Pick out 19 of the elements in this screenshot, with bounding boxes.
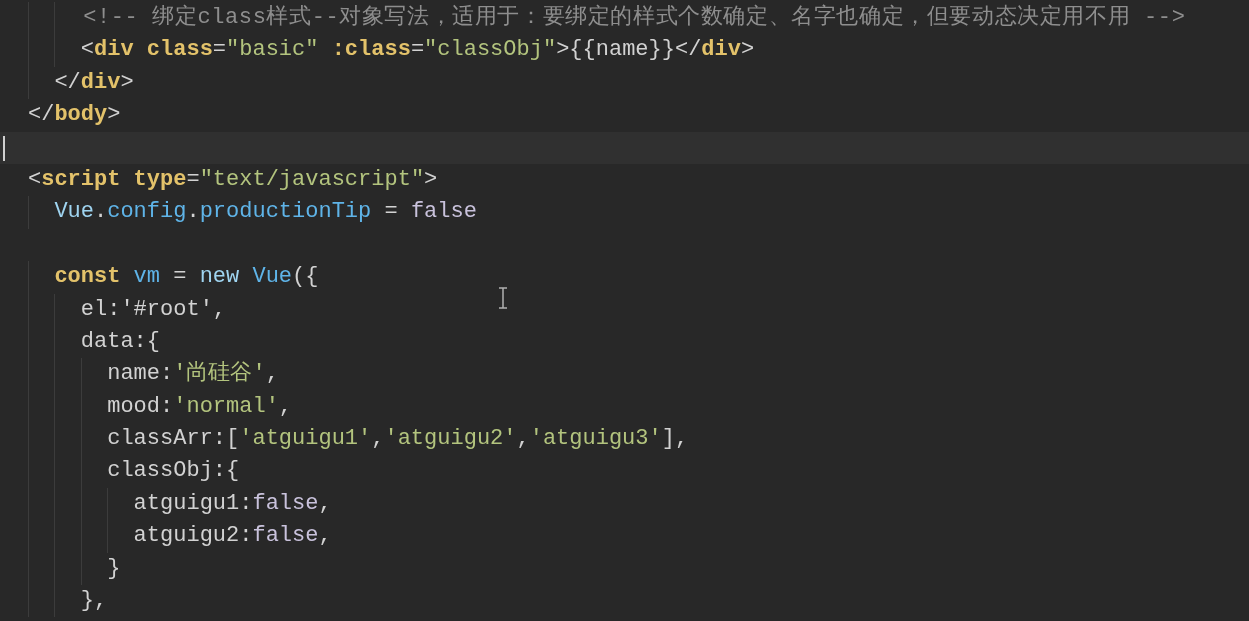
code-line: </body>: [28, 102, 121, 128]
code-line: el:'#root',: [79, 296, 227, 322]
code-line: }: [106, 555, 121, 581]
text-caret: [3, 135, 5, 161]
code-line: const vm = new Vue({: [53, 264, 319, 290]
code-line: <!-- 绑定class样式--对象写法，适用于：要绑定的样式个数确定、名字也确定，但要动态决定用不用 -->: [82, 5, 1186, 30]
code-line: data:{: [79, 328, 161, 354]
code-line: atguigu2:false,: [132, 523, 332, 549]
code-line: Vue.config.productionTip = false: [53, 199, 477, 225]
code-line: classArr:['atguigu1','atguigu2','atguigu3'],: [106, 426, 689, 452]
code-line: mood:'normal',: [106, 393, 293, 419]
code-line: classObj:{: [106, 458, 240, 484]
text-cursor-icon: [498, 287, 508, 309]
code-line: name:'尚硅谷',: [106, 361, 279, 387]
code-line: <script type="text/javascript">: [28, 166, 438, 192]
code-line: <div class="basic" :class="classObj">{{name}}</div>: [79, 37, 755, 63]
code-line: atguigu1:false,: [132, 490, 332, 516]
code-line: </div>: [53, 69, 134, 95]
code-line: },: [79, 588, 108, 614]
